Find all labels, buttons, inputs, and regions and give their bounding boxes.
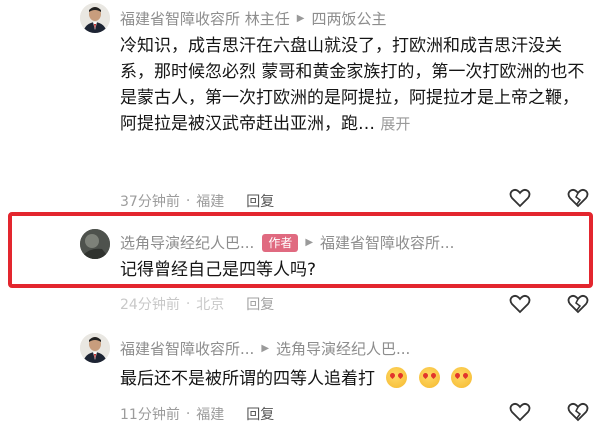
reply-to-name[interactable]: 四两饭公主 — [311, 8, 386, 29]
commenter-avatar[interactable] — [80, 333, 110, 363]
official-portrait-avatar-icon — [80, 3, 110, 33]
heart-eyes-emoji-icon — [451, 367, 473, 388]
comment-body: 冷知识，成吉思汗在六盘山就没了，打欧洲和成吉思汗没关系，那时候忽必烈 蒙哥和黄金… — [120, 36, 585, 134]
comment-meta: 11分钟前 · 福建 回复 — [120, 404, 274, 424]
separator: · — [185, 296, 191, 312]
commenter-name[interactable]: 福建省智障收容所 林主任 — [120, 8, 290, 29]
triangle-right-icon: ▶ — [261, 343, 270, 354]
comment-meta: 37分钟前 · 福建 回复 — [120, 191, 274, 211]
broken-heart-icon[interactable] — [567, 188, 589, 208]
official-portrait-avatar-icon — [80, 333, 110, 363]
comment-header: 福建省智障收容所 林主任 ▶ 四两饭公主 — [120, 8, 387, 29]
comment-time: 24分钟前 — [120, 297, 180, 313]
reply-button[interactable]: 回复 — [246, 191, 274, 211]
commenter-avatar[interactable] — [80, 3, 110, 33]
comment-meta: 24分钟前 · 北京 回复 — [120, 294, 274, 314]
separator: · — [185, 193, 191, 209]
reply-button[interactable]: 回复 — [246, 294, 274, 314]
heart-outline-icon[interactable] — [509, 402, 531, 422]
triangle-right-icon: ▶ — [296, 13, 305, 24]
commenter-name[interactable]: 福建省智障收容所... — [120, 338, 254, 359]
comment-header: 福建省智障收容所... ▶ 选角导演经纪人巴... — [120, 338, 410, 359]
expand-link[interactable]: 展开 — [380, 115, 410, 133]
broken-heart-icon[interactable] — [567, 402, 589, 422]
comment-text: 最后还不是被所谓的四等人追着打 — [120, 366, 585, 392]
comment-text: 冷知识，成吉思汗在六盘山就没了，打欧洲和成吉思汗没关系，那时候忽必烈 蒙哥和黄金… — [120, 33, 585, 137]
reply-button[interactable]: 回复 — [246, 404, 274, 424]
reply-to-name[interactable]: 选角导演经纪人巴... — [276, 338, 410, 359]
comment-time: 11分钟前 — [120, 407, 180, 423]
heart-eyes-emoji-icon — [418, 367, 440, 388]
comment-time: 37分钟前 — [120, 194, 180, 210]
heart-eyes-emoji-icon — [386, 367, 408, 388]
broken-heart-icon[interactable] — [567, 294, 589, 314]
comment-location: 北京 — [196, 297, 225, 313]
comment-location: 福建 — [196, 407, 225, 423]
heart-outline-icon[interactable] — [509, 294, 531, 314]
separator: · — [185, 406, 191, 422]
comment-location: 福建 — [196, 194, 225, 210]
highlight-box — [8, 212, 593, 288]
comment-body: 最后还不是被所谓的四等人追着打 — [120, 369, 375, 389]
heart-outline-icon[interactable] — [509, 188, 531, 208]
